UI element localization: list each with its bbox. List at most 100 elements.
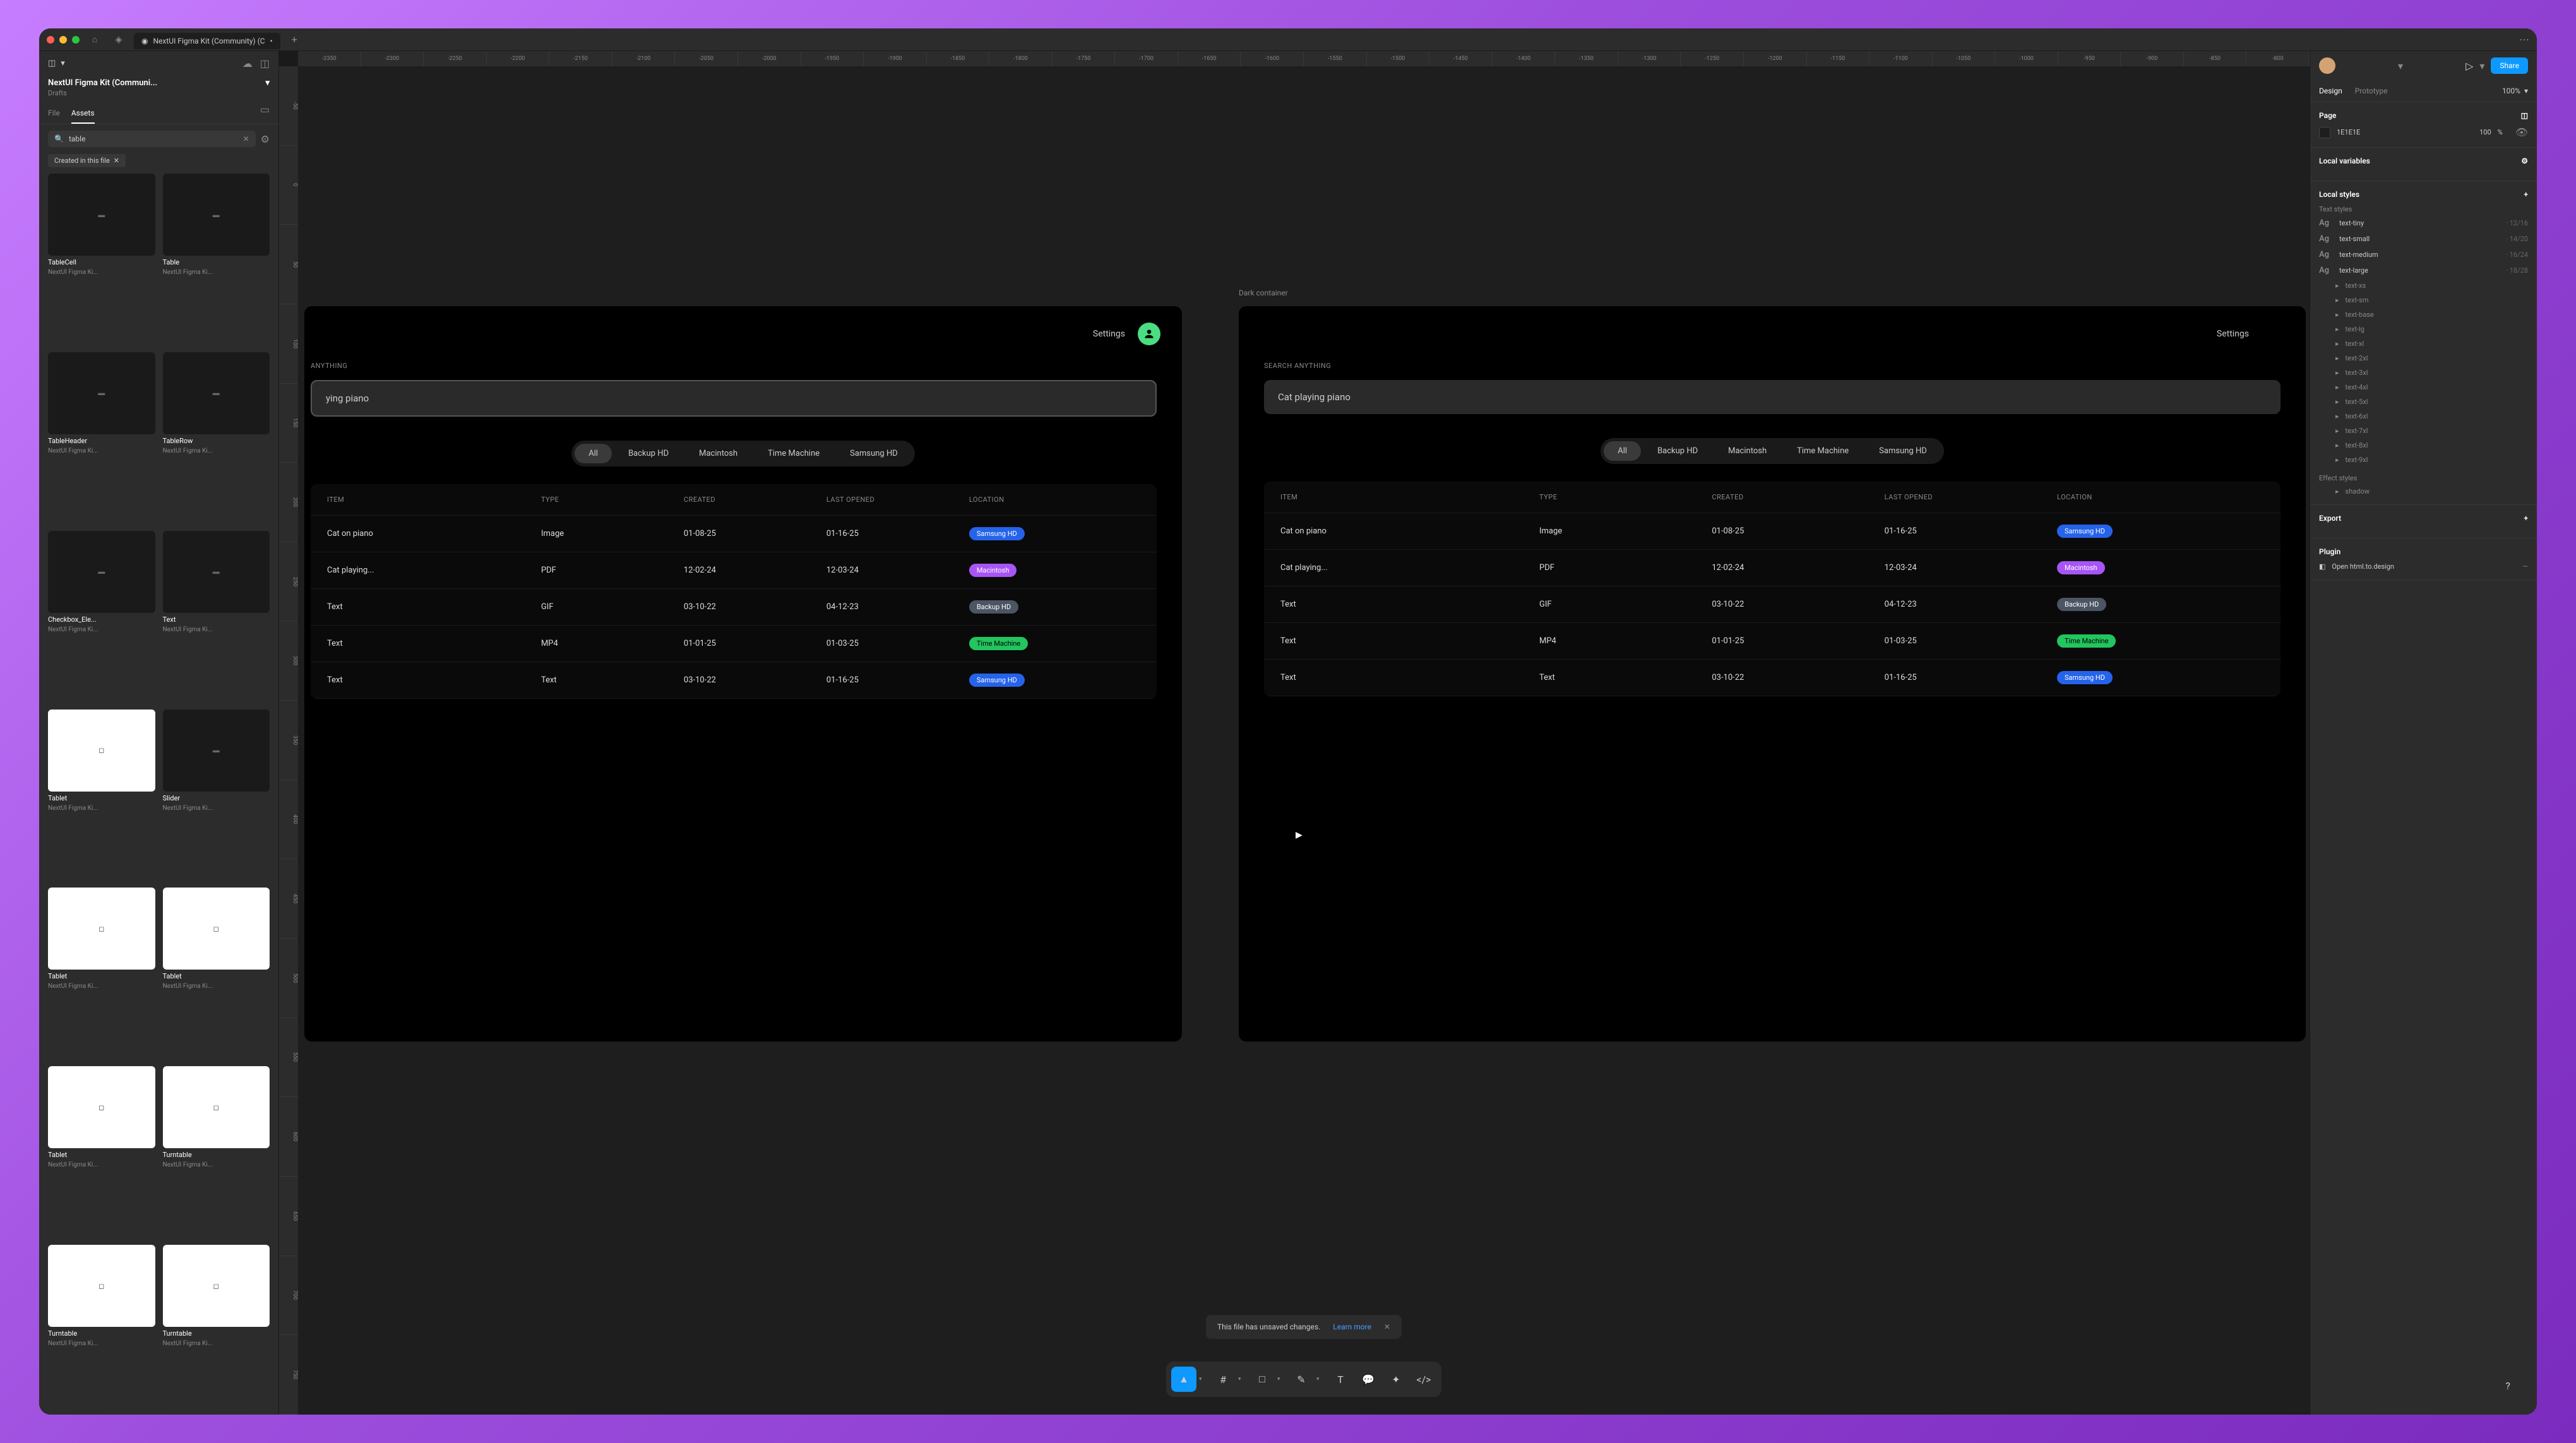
tab-prototype[interactable]: Prototype	[2355, 80, 2388, 102]
search-input-c1[interactable]: ying piano	[311, 380, 1157, 417]
asset-item[interactable]: ◻TabletNextUI Figma Ki...	[48, 710, 155, 879]
column-header[interactable]: CREATED	[1712, 493, 1884, 501]
file-tab[interactable]: ◉ NextUI Figma Kit (Community) (C •	[134, 33, 280, 49]
page-color-swatch[interactable]	[2319, 127, 2330, 138]
asset-item[interactable]: ▬TableNextUI Figma Ki...	[163, 174, 270, 343]
actions-tool[interactable]: ✦	[1383, 1367, 1409, 1392]
table-row[interactable]: Cat on pianoImage01-08-2501-16-25Samsung…	[311, 516, 1157, 552]
project-name[interactable]: NextUI Figma Kit (Communi...	[48, 78, 157, 88]
settings-link[interactable]: Settings	[2217, 329, 2249, 339]
page-opacity[interactable]: 100	[2479, 128, 2491, 136]
shape-tool[interactable]: □	[1249, 1367, 1275, 1392]
move-tool[interactable]: ▲	[1171, 1367, 1196, 1392]
page-settings-icon[interactable]: ◫	[2521, 111, 2528, 120]
tool-chevron[interactable]: ▾	[1238, 1367, 1247, 1392]
text-size-group[interactable]: ▸text-6xl	[2319, 412, 2528, 420]
main-menu[interactable]: ◫▾	[48, 59, 65, 68]
table-row[interactable]: Cat on pianoImage01-08-2501-16-25Samsung…	[1264, 513, 2281, 550]
dev-mode-tool[interactable]: </>	[1411, 1367, 1436, 1392]
asset-item[interactable]: ◻TabletNextUI Figma Ki...	[48, 1066, 155, 1236]
asset-item[interactable]: ▬SliderNextUI Figma Ki...	[163, 710, 270, 879]
text-tool[interactable]: T	[1328, 1367, 1353, 1392]
table-row[interactable]: TextMP401-01-2501-03-25Time Machine	[1264, 623, 2281, 660]
effect-shadow[interactable]: ▸shadow	[2319, 487, 2528, 496]
chevron-down-icon[interactable]: ▾	[265, 78, 270, 88]
project-location[interactable]: Drafts	[39, 89, 278, 104]
play-icon[interactable]: ▷	[2466, 60, 2473, 72]
toast-learn-more[interactable]: Learn more	[1333, 1322, 1371, 1331]
column-header[interactable]: LOCATION	[969, 496, 1140, 504]
text-size-group[interactable]: ▸text-3xl	[2319, 369, 2528, 377]
chip-remove-icon[interactable]: ✕	[114, 157, 119, 165]
cloud-icon[interactable]: ☁	[242, 57, 253, 69]
maximize-window[interactable]	[72, 36, 80, 44]
column-header[interactable]: TYPE	[1539, 493, 1712, 501]
tool-chevron[interactable]: ▾	[1316, 1367, 1325, 1392]
filter-macintosh[interactable]: Macintosh	[685, 444, 751, 463]
text-size-group[interactable]: ▸text-lg	[2319, 325, 2528, 333]
tool-chevron[interactable]: ▾	[1199, 1367, 1208, 1392]
chevron-down-icon[interactable]: ▾	[2479, 60, 2484, 72]
zoom-control[interactable]: 100%▾	[2502, 80, 2528, 102]
asset-item[interactable]: ◻TabletNextUI Figma Ki...	[163, 888, 270, 1057]
close-window[interactable]	[47, 36, 54, 44]
asset-item[interactable]: ▬Checkbox_Ele...NextUI Figma Ki...	[48, 531, 155, 701]
settings-link[interactable]: Settings	[1093, 329, 1125, 339]
filter-chip[interactable]: Created in this file ✕	[48, 154, 126, 167]
variables-settings-icon[interactable]: ⚙	[2521, 157, 2528, 165]
visibility-icon[interactable]: 👁	[2515, 126, 2528, 138]
asset-item[interactable]: ◻TurntableNextUI Figma Ki...	[48, 1245, 155, 1415]
table-row[interactable]: TextGIF03-10-2204-12-23Backup HD	[311, 589, 1157, 626]
frame-label[interactable]: Dark container	[1239, 288, 1288, 297]
tab-design[interactable]: Design	[2319, 80, 2342, 102]
text-style[interactable]: Agtext-large· 18/28	[2319, 266, 2528, 275]
text-style[interactable]: Agtext-tiny· 12/16	[2319, 218, 2528, 228]
column-header[interactable]: LAST OPENED	[826, 496, 969, 504]
asset-item[interactable]: ▬TextNextUI Figma Ki...	[163, 531, 270, 701]
avatar[interactable]	[1138, 323, 1160, 345]
minimize-window[interactable]	[59, 36, 67, 44]
filter-all[interactable]: All	[1604, 441, 1641, 461]
filter-samsung-hd[interactable]: Samsung HD	[836, 444, 912, 463]
add-export-icon[interactable]: +	[2524, 514, 2528, 523]
asset-item[interactable]: ◻TurntableNextUI Figma Ki...	[163, 1066, 270, 1236]
column-header[interactable]: TYPE	[541, 496, 684, 504]
toast-close-icon[interactable]: ✕	[1384, 1322, 1390, 1331]
text-size-group[interactable]: ▸text-sm	[2319, 296, 2528, 304]
text-size-group[interactable]: ▸text-2xl	[2319, 354, 2528, 362]
asset-item[interactable]: ▬TableCellNextUI Figma Ki...	[48, 174, 155, 343]
asset-search-input[interactable]: 🔍 table ✕	[48, 131, 256, 147]
text-style[interactable]: Agtext-medium· 16/24	[2319, 250, 2528, 259]
table-row[interactable]: TextMP401-01-2501-03-25Time Machine	[311, 626, 1157, 662]
tab-assets[interactable]: Assets	[71, 104, 95, 124]
new-tab-button[interactable]: +	[287, 33, 302, 45]
text-size-group[interactable]: ▸text-8xl	[2319, 441, 2528, 449]
user-avatar[interactable]	[2319, 57, 2335, 74]
text-size-group[interactable]: ▸text-xs	[2319, 282, 2528, 290]
help-button[interactable]: ?	[2496, 1374, 2519, 1397]
comment-tool[interactable]: 💬	[1356, 1367, 1381, 1392]
filter-macintosh[interactable]: Macintosh	[1714, 441, 1780, 461]
clear-search-icon[interactable]: ✕	[243, 134, 249, 143]
search-input-c2[interactable]: Cat playing piano	[1264, 380, 2281, 414]
text-size-group[interactable]: ▸text-5xl	[2319, 398, 2528, 406]
table-row[interactable]: TextGIF03-10-2204-12-23Backup HD	[1264, 586, 2281, 623]
text-size-group[interactable]: ▸text-4xl	[2319, 383, 2528, 391]
panel-toggle-icon[interactable]: ◫	[260, 57, 270, 69]
text-size-group[interactable]: ▸text-xl	[2319, 340, 2528, 348]
filter-time-machine[interactable]: Time Machine	[1783, 441, 1863, 461]
share-button[interactable]: Share	[2491, 57, 2528, 74]
pen-tool[interactable]: ✎	[1289, 1367, 1314, 1392]
text-size-group[interactable]: ▸text-base	[2319, 311, 2528, 319]
column-header[interactable]: LAST OPENED	[1885, 493, 2057, 501]
filter-backup-hd[interactable]: Backup HD	[614, 444, 683, 463]
column-header[interactable]: LOCATION	[2057, 493, 2264, 501]
page-color-value[interactable]: 1E1E1E	[2337, 128, 2473, 136]
container-2[interactable]: Dark container Settings SEARCH ANYTHING …	[1239, 306, 2306, 1042]
asset-item[interactable]: ▬TableHeaderNextUI Figma Ki...	[48, 352, 155, 522]
frame-tool[interactable]: #	[1210, 1367, 1236, 1392]
add-style-icon[interactable]: +	[2524, 190, 2528, 199]
text-style[interactable]: Agtext-small· 14/20	[2319, 234, 2528, 244]
tool-chevron[interactable]: ▾	[1277, 1367, 1286, 1392]
filter-samsung-hd[interactable]: Samsung HD	[1865, 441, 1941, 461]
